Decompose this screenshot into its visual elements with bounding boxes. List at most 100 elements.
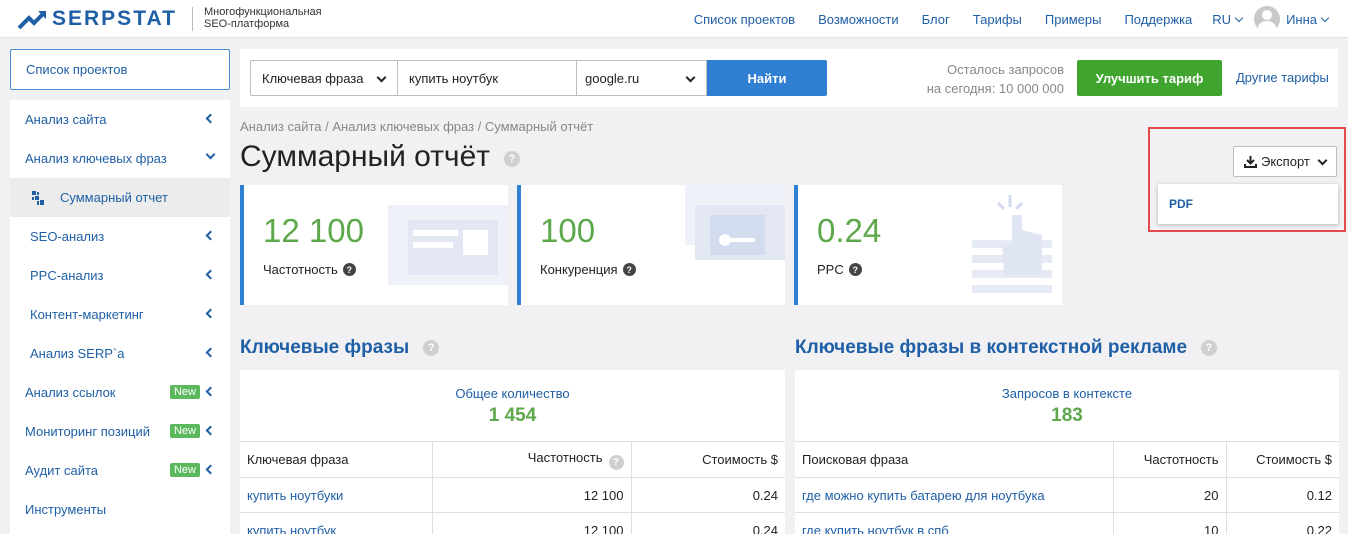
sidebar-item-summary-report[interactable]: Суммарный отчет xyxy=(10,178,230,217)
sidebar-item-label: PPC-анализ xyxy=(30,268,104,283)
ppc-keywords-panel: Запросов в контексте 183 Поисковая фраза… xyxy=(795,370,1339,534)
sidebar-item-serp-analysis[interactable]: Анализ SERP`a xyxy=(10,334,230,373)
metric-value: 0.24 xyxy=(817,212,882,249)
column-header[interactable]: Поисковая фраза xyxy=(795,441,1113,478)
chevron-left-icon xyxy=(205,230,216,241)
metric-label: Конкуренция ? xyxy=(540,262,636,277)
table-row: где можно купить батарею для ноутбука 20… xyxy=(795,477,1339,513)
keywords-panel: Общее количество 1 454 Ключевая фраза Ча… xyxy=(240,370,785,534)
keywords-caption[interactable]: Общее количество xyxy=(240,386,785,401)
key-illustration-icon xyxy=(685,185,785,260)
find-button[interactable]: Найти xyxy=(707,60,827,96)
tagline-line1: Многофункциональная xyxy=(204,6,322,18)
keyword-link[interactable]: где можно купить батарею для ноутбука xyxy=(795,477,1113,513)
keyword-link[interactable]: где купить ноутбук в спб xyxy=(795,512,1113,534)
help-icon[interactable]: ? xyxy=(1201,340,1218,356)
serpstat-logo[interactable]: SERPSTAT xyxy=(18,7,177,31)
sidebar-item-label: Аудит сайта xyxy=(25,463,99,478)
column-header-text: Частотность xyxy=(527,449,603,465)
top-bar: SERPSTAT Многофункциональная SEO-платфор… xyxy=(0,0,1348,38)
help-icon[interactable]: ? xyxy=(848,263,862,276)
nav-blog[interactable]: Блог xyxy=(922,12,950,27)
sidebar-item-content-marketing[interactable]: Контент-маркетинг xyxy=(10,295,230,334)
help-icon[interactable]: ? xyxy=(622,263,636,276)
keyword-link[interactable]: купить ноутбуки xyxy=(240,477,432,513)
sidebar-item-label: Контент-маркетинг xyxy=(30,307,144,322)
ppc-total: 183 xyxy=(1051,405,1083,426)
nav-features[interactable]: Возможности xyxy=(818,12,899,27)
search-input-value: купить ноутбук xyxy=(409,70,499,86)
ppc-caption[interactable]: Запросов в контексте xyxy=(795,386,1339,401)
new-badge: New xyxy=(169,463,200,477)
nav-examples[interactable]: Примеры xyxy=(1045,12,1102,27)
sidebar-item-label: SEO-анализ xyxy=(30,229,105,244)
nav-pricing[interactable]: Тарифы xyxy=(973,12,1022,27)
chevron-left-icon xyxy=(205,464,216,475)
section-title-text[interactable]: Ключевые фразы в контекстной рекламе xyxy=(795,337,1187,359)
language-selector[interactable]: RU xyxy=(1212,12,1244,27)
tagline: Многофункциональная SEO-платформа xyxy=(204,6,322,30)
chevron-left-icon xyxy=(205,113,216,124)
sidebar-item-tools[interactable]: Инструменты xyxy=(10,490,230,529)
sidebar-item-label: Анализ ссылок xyxy=(25,385,116,400)
keyword-link[interactable]: купить ноутбук xyxy=(240,512,432,534)
other-plans-link[interactable]: Другие тарифы xyxy=(1236,70,1329,85)
metric-label-text: PPC xyxy=(817,262,844,277)
search-input[interactable]: купить ноутбук xyxy=(397,60,577,96)
sidebar-item-label: Анализ сайта xyxy=(25,112,107,127)
section-title-text[interactable]: Ключевые фразы xyxy=(240,337,409,359)
new-badge: New xyxy=(169,385,200,399)
page-title-text: Суммарный отчёт xyxy=(240,140,490,173)
database-value: google.ru xyxy=(585,70,640,86)
help-icon[interactable]: ? xyxy=(608,454,624,470)
sidebar-item-seo-analysis[interactable]: SEO-анализ xyxy=(10,217,230,256)
sidebar-item-label: Анализ ключевых фраз xyxy=(25,151,167,166)
sidebar-item-backlinks[interactable]: Анализ ссылок New xyxy=(10,373,230,412)
table-row: купить ноутбуки 12 100 0.24 xyxy=(240,477,785,513)
nav-support[interactable]: Поддержка xyxy=(1124,12,1192,27)
database-select[interactable]: google.ru xyxy=(576,60,707,96)
metric-label-text: Конкуренция xyxy=(540,262,618,277)
search-type-select[interactable]: Ключевая фраза xyxy=(250,60,398,96)
requests-limit-info: Осталось запросов на сегодня: 10 000 000 xyxy=(900,60,1064,98)
table-header-row: Ключевая фраза Частотность? Стоимость $ xyxy=(240,441,785,478)
sidebar-item-site-analysis[interactable]: Анализ сайта xyxy=(10,100,230,139)
sidebar-item-label: Суммарный отчет xyxy=(60,190,168,205)
new-badge: New xyxy=(169,424,200,438)
chevron-left-icon xyxy=(205,269,216,280)
upgrade-plan-button[interactable]: Улучшить тариф xyxy=(1077,60,1222,96)
page-title: Суммарный отчёт ? xyxy=(240,140,520,174)
chevron-down-icon xyxy=(1320,13,1330,22)
sidebar-item-site-audit[interactable]: Аудит сайта New xyxy=(10,451,230,490)
metric-label: PPC ? xyxy=(817,262,862,277)
user-name: Инна xyxy=(1286,11,1317,27)
breadcrumb: Анализ сайта / Анализ ключевых фраз / Су… xyxy=(240,119,594,134)
keywords-table: Ключевая фраза Частотность? Стоимость $ … xyxy=(240,441,785,534)
help-icon[interactable]: ? xyxy=(342,263,356,276)
export-button[interactable]: Экспорт xyxy=(1233,146,1337,177)
sidebar-item-ppc-analysis[interactable]: PPC-анализ xyxy=(10,256,230,295)
click-illustration-icon xyxy=(972,195,1052,293)
metric-card-competition: 100 Конкуренция ? xyxy=(517,185,785,305)
column-header[interactable]: Частотность xyxy=(1112,441,1226,478)
column-header[interactable]: Стоимость $ xyxy=(630,441,785,478)
chevron-left-icon xyxy=(205,425,216,436)
metric-value: 100 xyxy=(540,212,596,249)
nav-projects[interactable]: Список проектов xyxy=(694,12,795,27)
sidebar-item-rank-tracking[interactable]: Мониторинг позиций New xyxy=(10,412,230,451)
column-header[interactable]: Ключевая фраза xyxy=(240,441,432,478)
column-header[interactable]: Частотность? xyxy=(431,441,631,478)
export-menu-item-pdf[interactable]: PDF xyxy=(1158,184,1338,224)
chevron-down-icon xyxy=(376,72,387,83)
column-header[interactable]: Стоимость $ xyxy=(1225,441,1339,478)
help-icon[interactable]: ? xyxy=(423,340,440,356)
chevron-left-icon xyxy=(205,347,216,358)
chevron-down-icon xyxy=(685,72,696,83)
projects-list-button[interactable]: Список проектов xyxy=(10,49,230,90)
help-icon[interactable]: ? xyxy=(504,151,520,167)
user-menu[interactable]: Инна xyxy=(1254,6,1330,32)
search-bar: Ключевая фраза купить ноутбук google.ru … xyxy=(240,49,1338,107)
table-cell: 0.24 xyxy=(630,512,785,534)
keywords-total: 1 454 xyxy=(488,405,537,426)
sidebar-item-keyword-analysis[interactable]: Анализ ключевых фраз xyxy=(10,139,230,178)
